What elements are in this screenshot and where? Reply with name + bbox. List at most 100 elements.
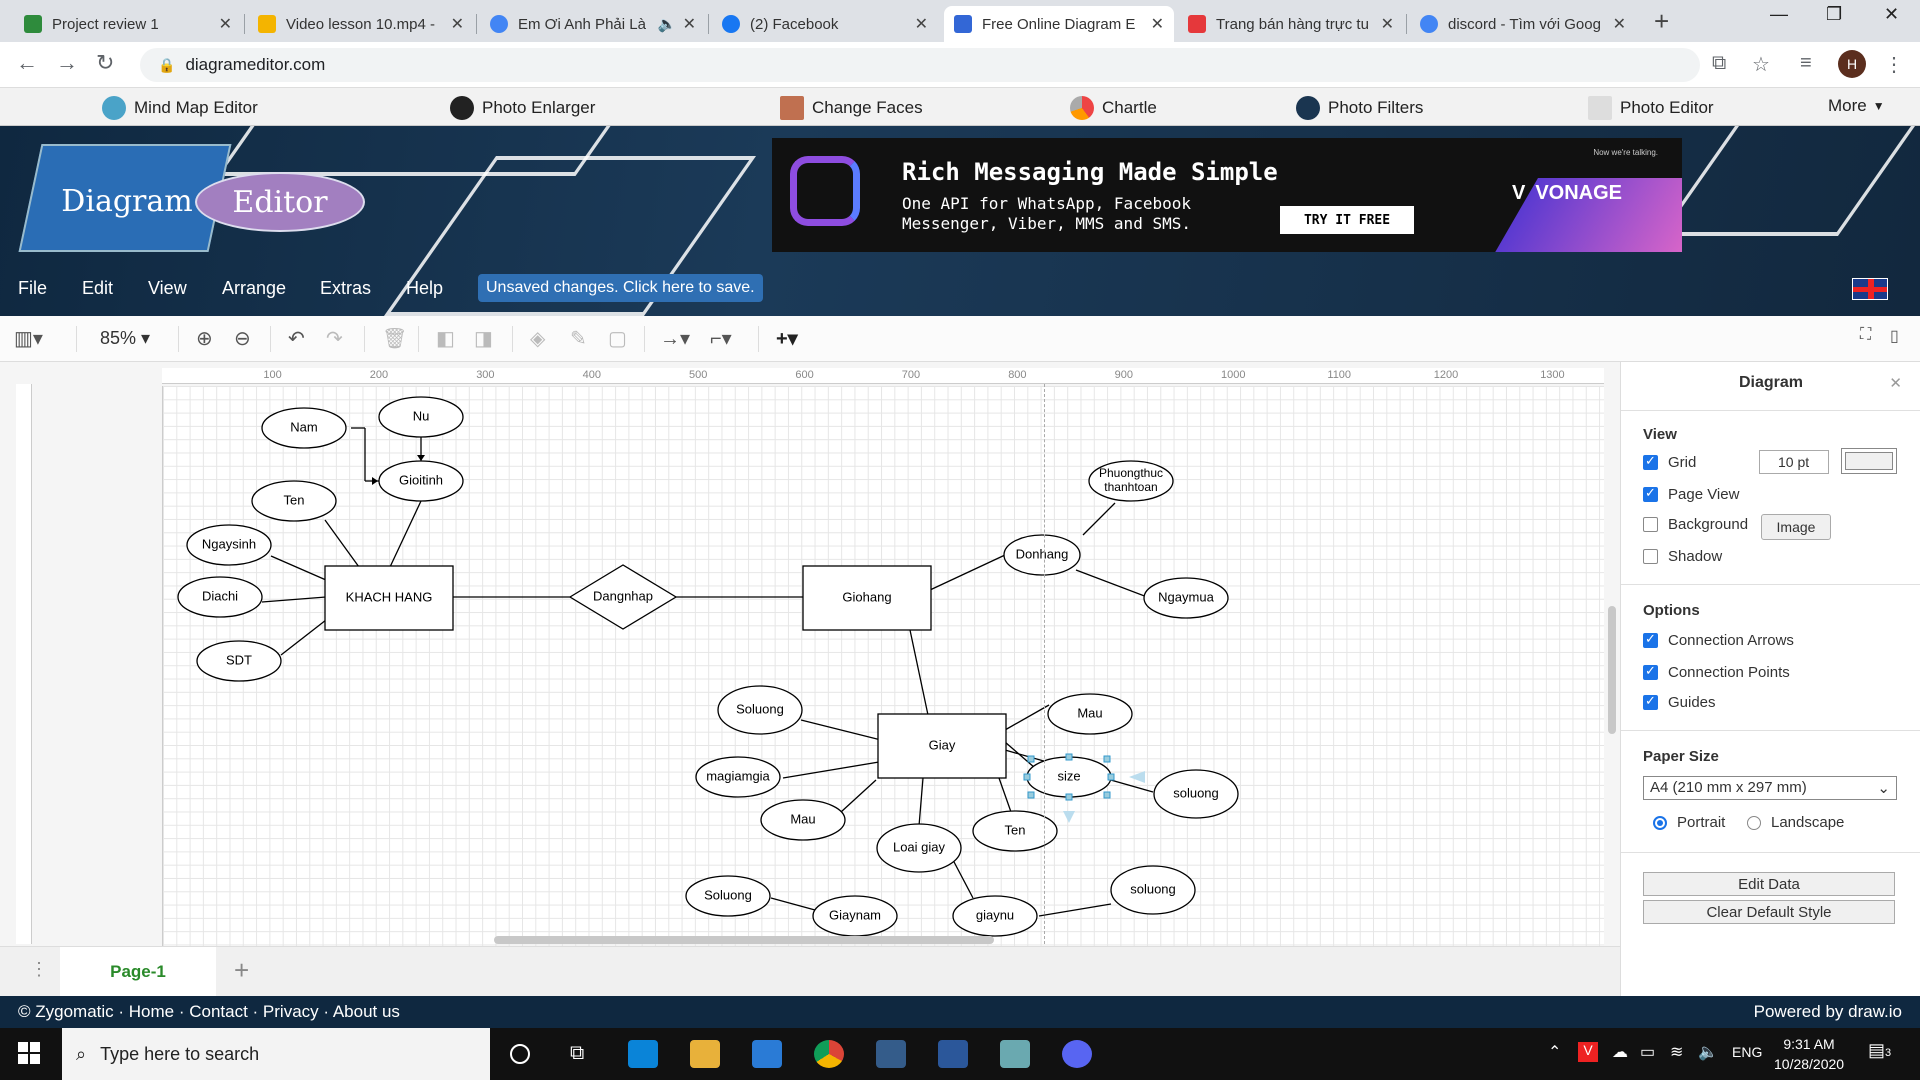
add-page-button[interactable]: + [234,955,249,986]
paper-size-select[interactable]: A4 (210 mm x 297 mm) ⌄ [1643,776,1897,800]
menu-icon[interactable]: ⋮ [1884,52,1904,77]
cortana-icon[interactable] [510,1044,530,1064]
uk-flag-icon[interactable] [1852,278,1888,300]
app-icon[interactable] [876,1040,906,1068]
grid-checkbox[interactable] [1643,453,1658,470]
connector-line[interactable] [1004,704,1050,731]
menu-arrange[interactable]: Arrange [222,278,286,299]
arrow-head[interactable] [417,455,425,461]
fill-color-icon[interactable]: ◈ [530,326,545,351]
unsaved-changes-button[interactable]: Unsaved changes. Click here to save. [478,274,763,302]
canvas-area[interactable]: 100 200 300 400 500 600 700 800 900 1000 1100 1200 1… [0,362,1620,946]
browser-tab[interactable]: Trang bán hàng trực tu ✕ [1178,6,1404,42]
connector-line[interactable] [261,596,327,603]
background-checkbox[interactable] [1643,517,1658,532]
browser-tab[interactable]: Project review 1 ✕ [14,6,242,42]
connector-line[interactable] [952,859,974,899]
connector-line[interactable] [998,777,1012,813]
selection-handle[interactable] [1065,753,1073,761]
reload-icon[interactable]: ↻ [96,50,114,76]
close-icon[interactable]: ✕ [683,14,696,34]
close-icon[interactable]: ✕ [915,14,928,34]
guides-checkbox[interactable] [1643,693,1658,710]
selection-handle[interactable] [1103,791,1111,799]
close-window-button[interactable]: ✕ [1884,4,1899,25]
connector-line[interactable] [280,619,327,656]
advertisement[interactable]: Rich Messaging Made Simple One API for W… [772,138,1682,252]
nav-more[interactable]: More ▼ [1828,96,1885,116]
taskbar-search[interactable]: ⌕ Type here to search [62,1028,490,1080]
connection-points-option[interactable]: Connection Points [1643,663,1790,681]
selection-handle[interactable] [1107,773,1115,781]
star-icon[interactable]: ☆ [1752,52,1770,77]
avatar[interactable]: H [1838,50,1866,78]
close-icon[interactable]: ✕ [451,14,464,34]
grid-option[interactable]: Grid [1643,453,1696,471]
landscape-radio[interactable] [1747,815,1761,830]
guides-option[interactable]: Guides [1643,693,1716,711]
zoom-out-icon[interactable]: ⊖ [234,326,251,351]
wifi-icon[interactable]: ≋ [1670,1042,1683,1062]
browser-tab[interactable]: discord - Tìm với Goog ✕ [1410,6,1636,42]
format-panel-icon[interactable]: ▥▾ [14,326,43,351]
portrait-option[interactable]: Portrait [1653,814,1725,831]
notes-icon[interactable] [1000,1040,1030,1068]
connector-line[interactable] [1075,569,1148,598]
wps-icon[interactable] [938,1040,968,1068]
connection-arrows-option[interactable]: Connection Arrows [1643,631,1794,649]
waypoints-icon[interactable]: ⌐▾ [710,326,732,351]
menu-edit[interactable]: Edit [82,278,113,299]
menu-extras[interactable]: Extras [320,278,371,299]
connector-line[interactable] [1082,502,1116,536]
horizontal-scrollbar[interactable] [494,936,994,944]
landscape-option[interactable]: Landscape [1747,814,1844,831]
connection-points-checkbox[interactable] [1643,663,1658,680]
vivaldi-tray-icon[interactable]: V [1578,1042,1598,1062]
minimize-button[interactable]: — [1770,4,1788,25]
edge-icon[interactable] [628,1040,658,1068]
redo-icon[interactable]: ↷ [326,326,343,351]
connection-icon[interactable]: →▾ [660,326,690,351]
connector-line[interactable] [324,519,360,568]
browser-tab-active[interactable]: Free Online Diagram E ✕ [944,6,1174,42]
nav-photo-editor[interactable]: Photo Editor [1588,96,1714,120]
language-indicator[interactable]: ENG [1732,1044,1762,1060]
selection-handle[interactable] [1065,793,1073,801]
nav-chartle[interactable]: Chartle [1070,96,1157,120]
url-field[interactable]: 🔒 diagrameditor.com [140,48,1700,82]
cloud-icon[interactable]: ☁ [1612,1042,1628,1062]
ad-cta-button[interactable]: TRY IT FREE [1280,206,1414,234]
close-icon[interactable]: ✕ [1889,374,1902,392]
connector-line[interactable] [389,500,422,568]
mail-icon[interactable] [752,1040,782,1068]
shadow-icon[interactable]: ▢ [608,326,627,351]
delete-icon[interactable]: 🗑 [382,326,407,351]
menu-view[interactable]: View [148,278,187,299]
windows-start-icon[interactable] [18,1042,40,1064]
close-icon[interactable]: ✕ [219,14,232,34]
connector-line[interactable] [782,759,892,779]
zoom-select[interactable]: 85% ▾ [100,328,150,349]
vertical-scrollbar[interactable] [1608,606,1616,734]
edit-data-button[interactable]: Edit Data [1643,872,1895,896]
hover-arrow[interactable] [1129,771,1145,783]
media-icon[interactable]: ≡ [1800,52,1812,75]
notification-icon[interactable]: ▤3 [1868,1040,1891,1061]
close-icon[interactable]: ✕ [1613,14,1626,34]
arrow-head[interactable] [372,477,378,485]
diagram-page[interactable]: KHACH HANG Giohang Giay Dangnhap Nam Nu Gioiti… [162,386,1604,946]
new-tab-button[interactable]: + [1654,6,1669,37]
volume-icon[interactable]: 🔈 [1698,1042,1718,1062]
speaker-icon[interactable]: 🔈 [658,15,677,33]
nav-photo-enlarger[interactable]: Photo Enlarger [450,96,595,120]
portrait-radio[interactable] [1653,815,1667,830]
connector-line[interactable] [909,629,929,716]
connector-line[interactable] [929,554,1006,591]
task-view-icon[interactable]: ⧉ [570,1042,584,1065]
menu-help[interactable]: Help [406,278,443,299]
connection-arrows-checkbox[interactable] [1643,631,1658,648]
close-icon[interactable]: ✕ [1381,14,1394,34]
undo-icon[interactable]: ↶ [288,326,305,351]
forward-icon[interactable]: → [56,50,78,76]
discord-icon[interactable] [1062,1040,1092,1068]
